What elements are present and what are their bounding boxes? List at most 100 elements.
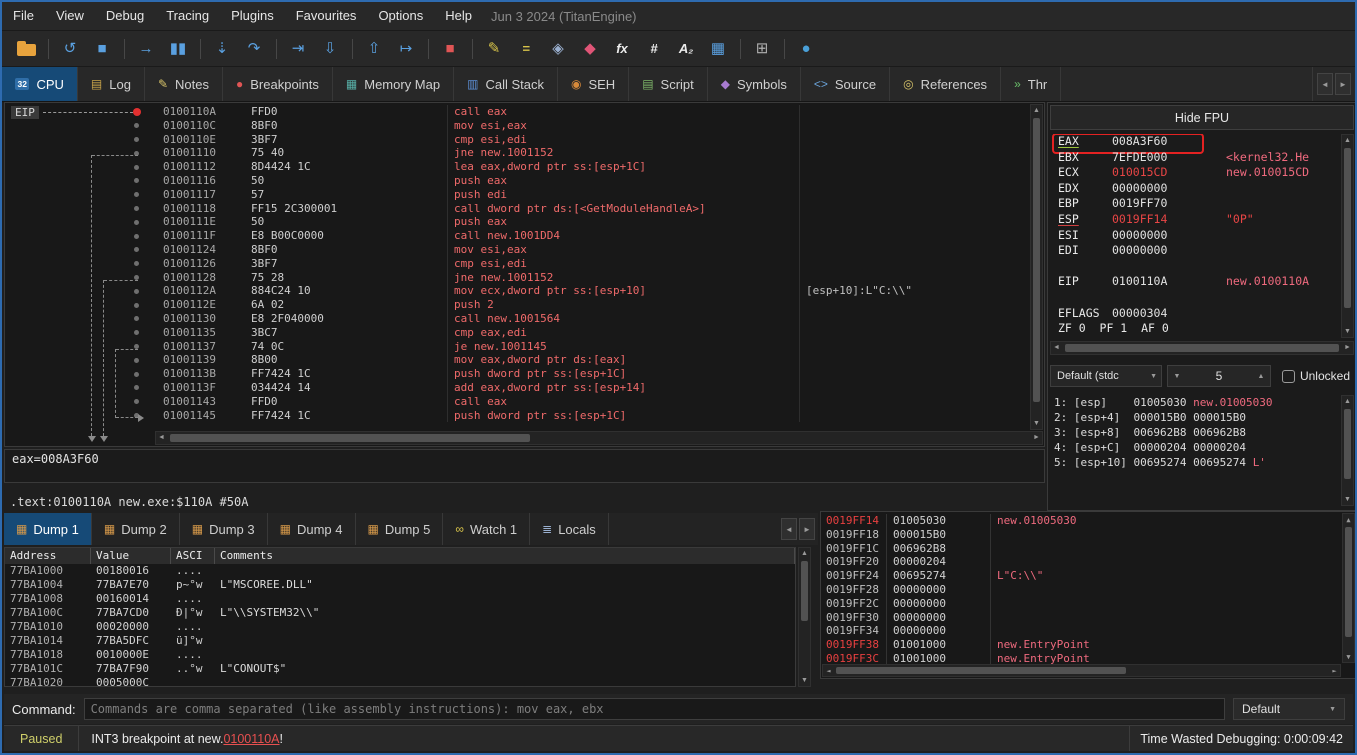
tab-dump-1[interactable]: ▦ Dump 1 [4,513,92,545]
calling-convention-select[interactable]: Default (stdc ▼ [1050,365,1162,387]
command-profile-select[interactable]: Default ▼ [1233,698,1345,720]
tab-seh[interactable]: ◉ SEH [558,67,629,101]
step-out-icon[interactable]: ⇧ [358,35,390,63]
disasm-gutter[interactable] [5,133,163,147]
tab-breakpoints[interactable]: ● Breakpoints [223,67,333,101]
tab-dump-4[interactable]: ▦ Dump 4 [268,513,356,545]
instruction-dot[interactable] [134,123,139,128]
menu-item[interactable]: Help [434,2,483,30]
instruction-dot[interactable] [134,206,139,211]
tab-cpu[interactable]: 32 CPU [2,67,78,101]
scroll-up-arrow[interactable]: ▲ [1343,514,1354,525]
spinner-up-button[interactable]: ▲ [1252,373,1270,380]
disasm-gutter[interactable] [5,119,163,133]
stack-arg-row[interactable]: 3: [esp+8] 006962B8 006962B8 [1050,425,1339,440]
stack-row[interactable]: 0019FF1C 006962B8 [821,542,1342,556]
disasm-gutter[interactable] [5,174,163,188]
menu-item[interactable]: File [2,2,45,30]
disasm-row[interactable]: 01001145 FF7424 1C push dword ptr ss:[es… [5,409,1028,423]
stack-row[interactable]: 0019FF38 01001000 new.EntryPoint [821,638,1342,652]
dump-row[interactable]: 77BA1018 0010000E .... [5,648,795,662]
hide-fpu-button[interactable]: Hide FPU [1050,105,1354,130]
label-icon[interactable]: # [638,35,670,63]
dump-tab-scroll-left-button[interactable]: ◄ [781,518,797,540]
instruction-dot[interactable] [134,261,139,266]
scroll-right-arrow[interactable]: ► [1031,432,1042,443]
disasm-gutter[interactable] [5,353,163,367]
register-row[interactable]: EFLAGS 00000304 [1050,306,1339,322]
stack-row[interactable]: 0019FF2C 00000000 [821,597,1342,611]
disasm-gutter[interactable] [5,395,163,409]
disasm-row[interactable]: 01001135 3BC7 cmp eax,edi [5,326,1028,340]
scroll-up-arrow[interactable]: ▲ [1031,105,1042,116]
disasm-row[interactable]: 0100113F 034424 14 add eax,dword ptr ss:… [5,381,1028,395]
scroll-left-arrow[interactable]: ◄ [823,665,834,676]
memory-layout-icon[interactable]: ▦ [702,35,734,63]
register-row[interactable]: EIP 0100110A new.0100110A [1050,274,1339,290]
dump-row[interactable]: 77BA1010 00020000 .... [5,620,795,634]
tab-locals[interactable]: ≣ Locals [530,513,609,545]
instruction-dot[interactable] [134,316,139,321]
disasm-gutter[interactable] [5,202,163,216]
scroll-right-arrow[interactable]: ► [1329,665,1340,676]
disasm-row[interactable]: 01001124 8BF0 mov esi,eax [5,243,1028,257]
stack-hscrollbar[interactable]: ◄ ► [822,664,1341,677]
int3-icon[interactable]: ■ [434,35,466,63]
dump-row[interactable]: 77BA101C 77BA7F90 ..°w L"CONOUT$" [5,662,795,676]
unlocked-checkbox[interactable]: Unlocked [1282,369,1350,383]
disasm-row[interactable]: 0100110A FFD0 call eax [5,105,1028,119]
disasm-gutter[interactable] [5,229,163,243]
stack-row[interactable]: 0019FF34 00000000 [821,624,1342,638]
scroll-down-arrow[interactable]: ▼ [799,675,810,686]
register-row[interactable]: EBX 7EFDE000 <kernel32.He [1050,150,1339,166]
disasm-row[interactable]: 0100112A 884C24 10 mov ecx,dword ptr ss:… [5,284,1028,298]
disasm-row[interactable]: 01001110 75 40 jne new.1001152 [5,146,1028,160]
scroll-thumb[interactable] [836,667,1126,674]
command-input[interactable] [84,698,1225,720]
disasm-vscrollbar[interactable]: ▲ ▼ [1030,104,1043,430]
tab-memory-map[interactable]: ▦ Memory Map [333,67,454,101]
stop-icon[interactable]: ■ [86,35,118,63]
registers-hscrollbar[interactable]: ◄ ► [1050,341,1354,355]
disasm-row[interactable]: 01001137 74 0C je new.1001145 [5,340,1028,354]
dump-row[interactable]: 77BA100C 77BA7CD0 Ð|°w L"\\SYSTEM32\\" [5,606,795,620]
step-into-icon[interactable]: ⇣ [206,35,238,63]
checkbox-box[interactable] [1282,370,1295,383]
tab-dump-3[interactable]: ▦ Dump 3 [180,513,268,545]
disasm-row[interactable]: 0100110C 8BF0 mov esi,eax [5,119,1028,133]
dump-tab-scroll-right-button[interactable]: ► [799,518,815,540]
scroll-thumb[interactable] [1033,118,1040,402]
stack-arg-row[interactable]: 1: [esp] 01005030 new.01005030 [1050,395,1339,410]
tab-threads[interactable]: » Thr [1001,67,1061,101]
trace-into-icon[interactable]: ⇩ [314,35,346,63]
tab-scroll-right-button[interactable]: ► [1335,73,1351,95]
stack-row[interactable]: 0019FF20 00000204 [821,555,1342,569]
instruction-dot[interactable] [134,330,139,335]
menu-item[interactable]: View [45,2,95,30]
instruction-dot[interactable] [134,178,139,183]
scroll-thumb[interactable] [1065,344,1339,352]
register-row[interactable] [1050,259,1339,275]
dump-row[interactable]: 77BA1020 0005000C [5,676,795,687]
dump-row[interactable]: 77BA1008 00160014 .... [5,592,795,606]
disasm-row[interactable]: 01001139 8B00 mov eax,dword ptr ds:[eax] [5,353,1028,367]
tab-watch-1[interactable]: ∞ Watch 1 [443,513,530,545]
font-icon[interactable]: A₂ [670,35,702,63]
instruction-dot[interactable] [134,234,139,239]
step-over-icon[interactable]: ↷ [238,35,270,63]
instruction-dot[interactable] [133,108,141,116]
tab-references[interactable]: ◎ References [890,67,1001,101]
menu-item[interactable]: Options [367,2,434,30]
menu-item[interactable]: Debug [95,2,155,30]
scroll-down-arrow[interactable]: ▼ [1031,418,1042,429]
disasm-row[interactable]: 0100111F E8 B00C0000 call new.1001DD4 [5,229,1028,243]
stack-row[interactable]: 0019FF30 00000000 [821,611,1342,625]
spinner-down-button[interactable]: ▼ [1168,373,1186,380]
dump-row[interactable]: 77BA1000 00180016 .... [5,564,795,578]
instruction-dot[interactable] [134,358,139,363]
disasm-row[interactable]: 01001118 FF15 2C300001 call dword ptr ds… [5,202,1028,216]
instruction-dot[interactable] [134,247,139,252]
scroll-up-arrow[interactable]: ▲ [1342,396,1353,407]
disasm-gutter[interactable] [5,243,163,257]
register-row[interactable]: ECX 010015CD new.010015CD [1050,165,1339,181]
